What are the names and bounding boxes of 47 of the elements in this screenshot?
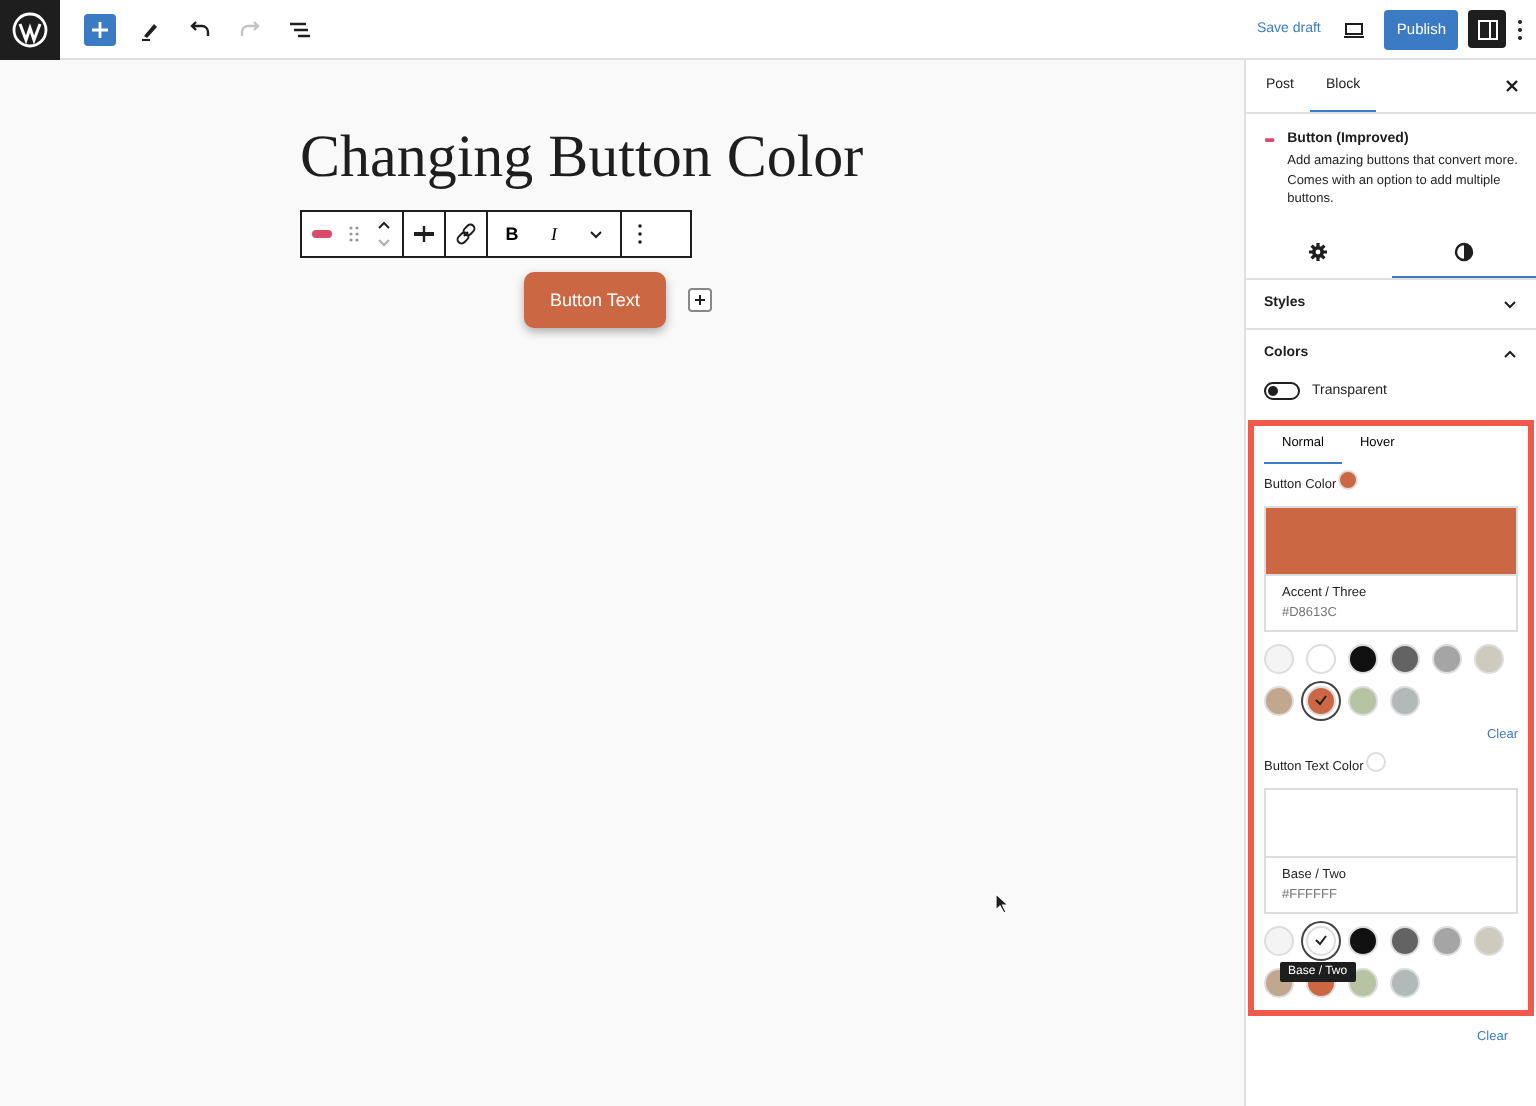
color-swatch[interactable] [1264, 925, 1294, 955]
sidebar-icon [1475, 17, 1499, 41]
color-swatch[interactable] [1390, 685, 1420, 715]
color-swatch[interactable] [1390, 967, 1420, 997]
toggle-switch[interactable] [1264, 381, 1300, 399]
color-swatch[interactable] [1348, 685, 1378, 715]
chevron-icon [1502, 295, 1518, 311]
logo-icon[interactable] [12, 11, 48, 47]
close-icon [1504, 78, 1520, 94]
color-swatch[interactable] [1348, 925, 1378, 955]
mouse-cursor-icon [994, 892, 1010, 914]
settings-button[interactable] [1468, 10, 1506, 48]
gear-icon [1308, 242, 1329, 262]
color-swatch[interactable] [1306, 643, 1336, 673]
more-icon [1516, 17, 1524, 41]
chevron-down-icon [588, 226, 604, 242]
color-swatch[interactable] [1348, 643, 1378, 673]
color-swatch[interactable] [1390, 925, 1420, 955]
color-swatch[interactable] [1264, 685, 1294, 715]
color-swatch[interactable] [1390, 643, 1420, 673]
close-button[interactable] [1504, 78, 1520, 94]
block-icon [1264, 132, 1276, 148]
color-swatch[interactable] [1432, 925, 1462, 955]
check-icon [1314, 694, 1328, 706]
color-swatch[interactable] [1474, 925, 1504, 955]
color-swatch[interactable] [1474, 643, 1504, 673]
add-block-button[interactable] [687, 288, 712, 312]
button-block-icon [310, 226, 334, 242]
drag-icon [348, 224, 360, 244]
color-swatch[interactable] [1432, 643, 1462, 673]
chevron-icon [1502, 345, 1518, 361]
chevrons-icon [376, 218, 392, 250]
half-circle-icon [1453, 242, 1474, 262]
bold-button[interactable]: B [502, 216, 522, 252]
plus-icon [691, 292, 708, 308]
color-swatch[interactable] [1306, 925, 1336, 955]
content-button[interactable]: Button Text [524, 272, 666, 328]
move-button[interactable] [374, 216, 394, 252]
post-title[interactable]: Changing Button Color [300, 124, 864, 192]
laptop-icon [1342, 19, 1367, 39]
italic-button[interactable]: I [544, 216, 564, 252]
check-icon [1314, 934, 1328, 946]
align-icon [412, 222, 436, 246]
link-icon [454, 222, 478, 246]
more-icon [636, 222, 644, 246]
color-swatch[interactable] [1306, 685, 1336, 715]
color-swatch[interactable] [1264, 643, 1294, 673]
